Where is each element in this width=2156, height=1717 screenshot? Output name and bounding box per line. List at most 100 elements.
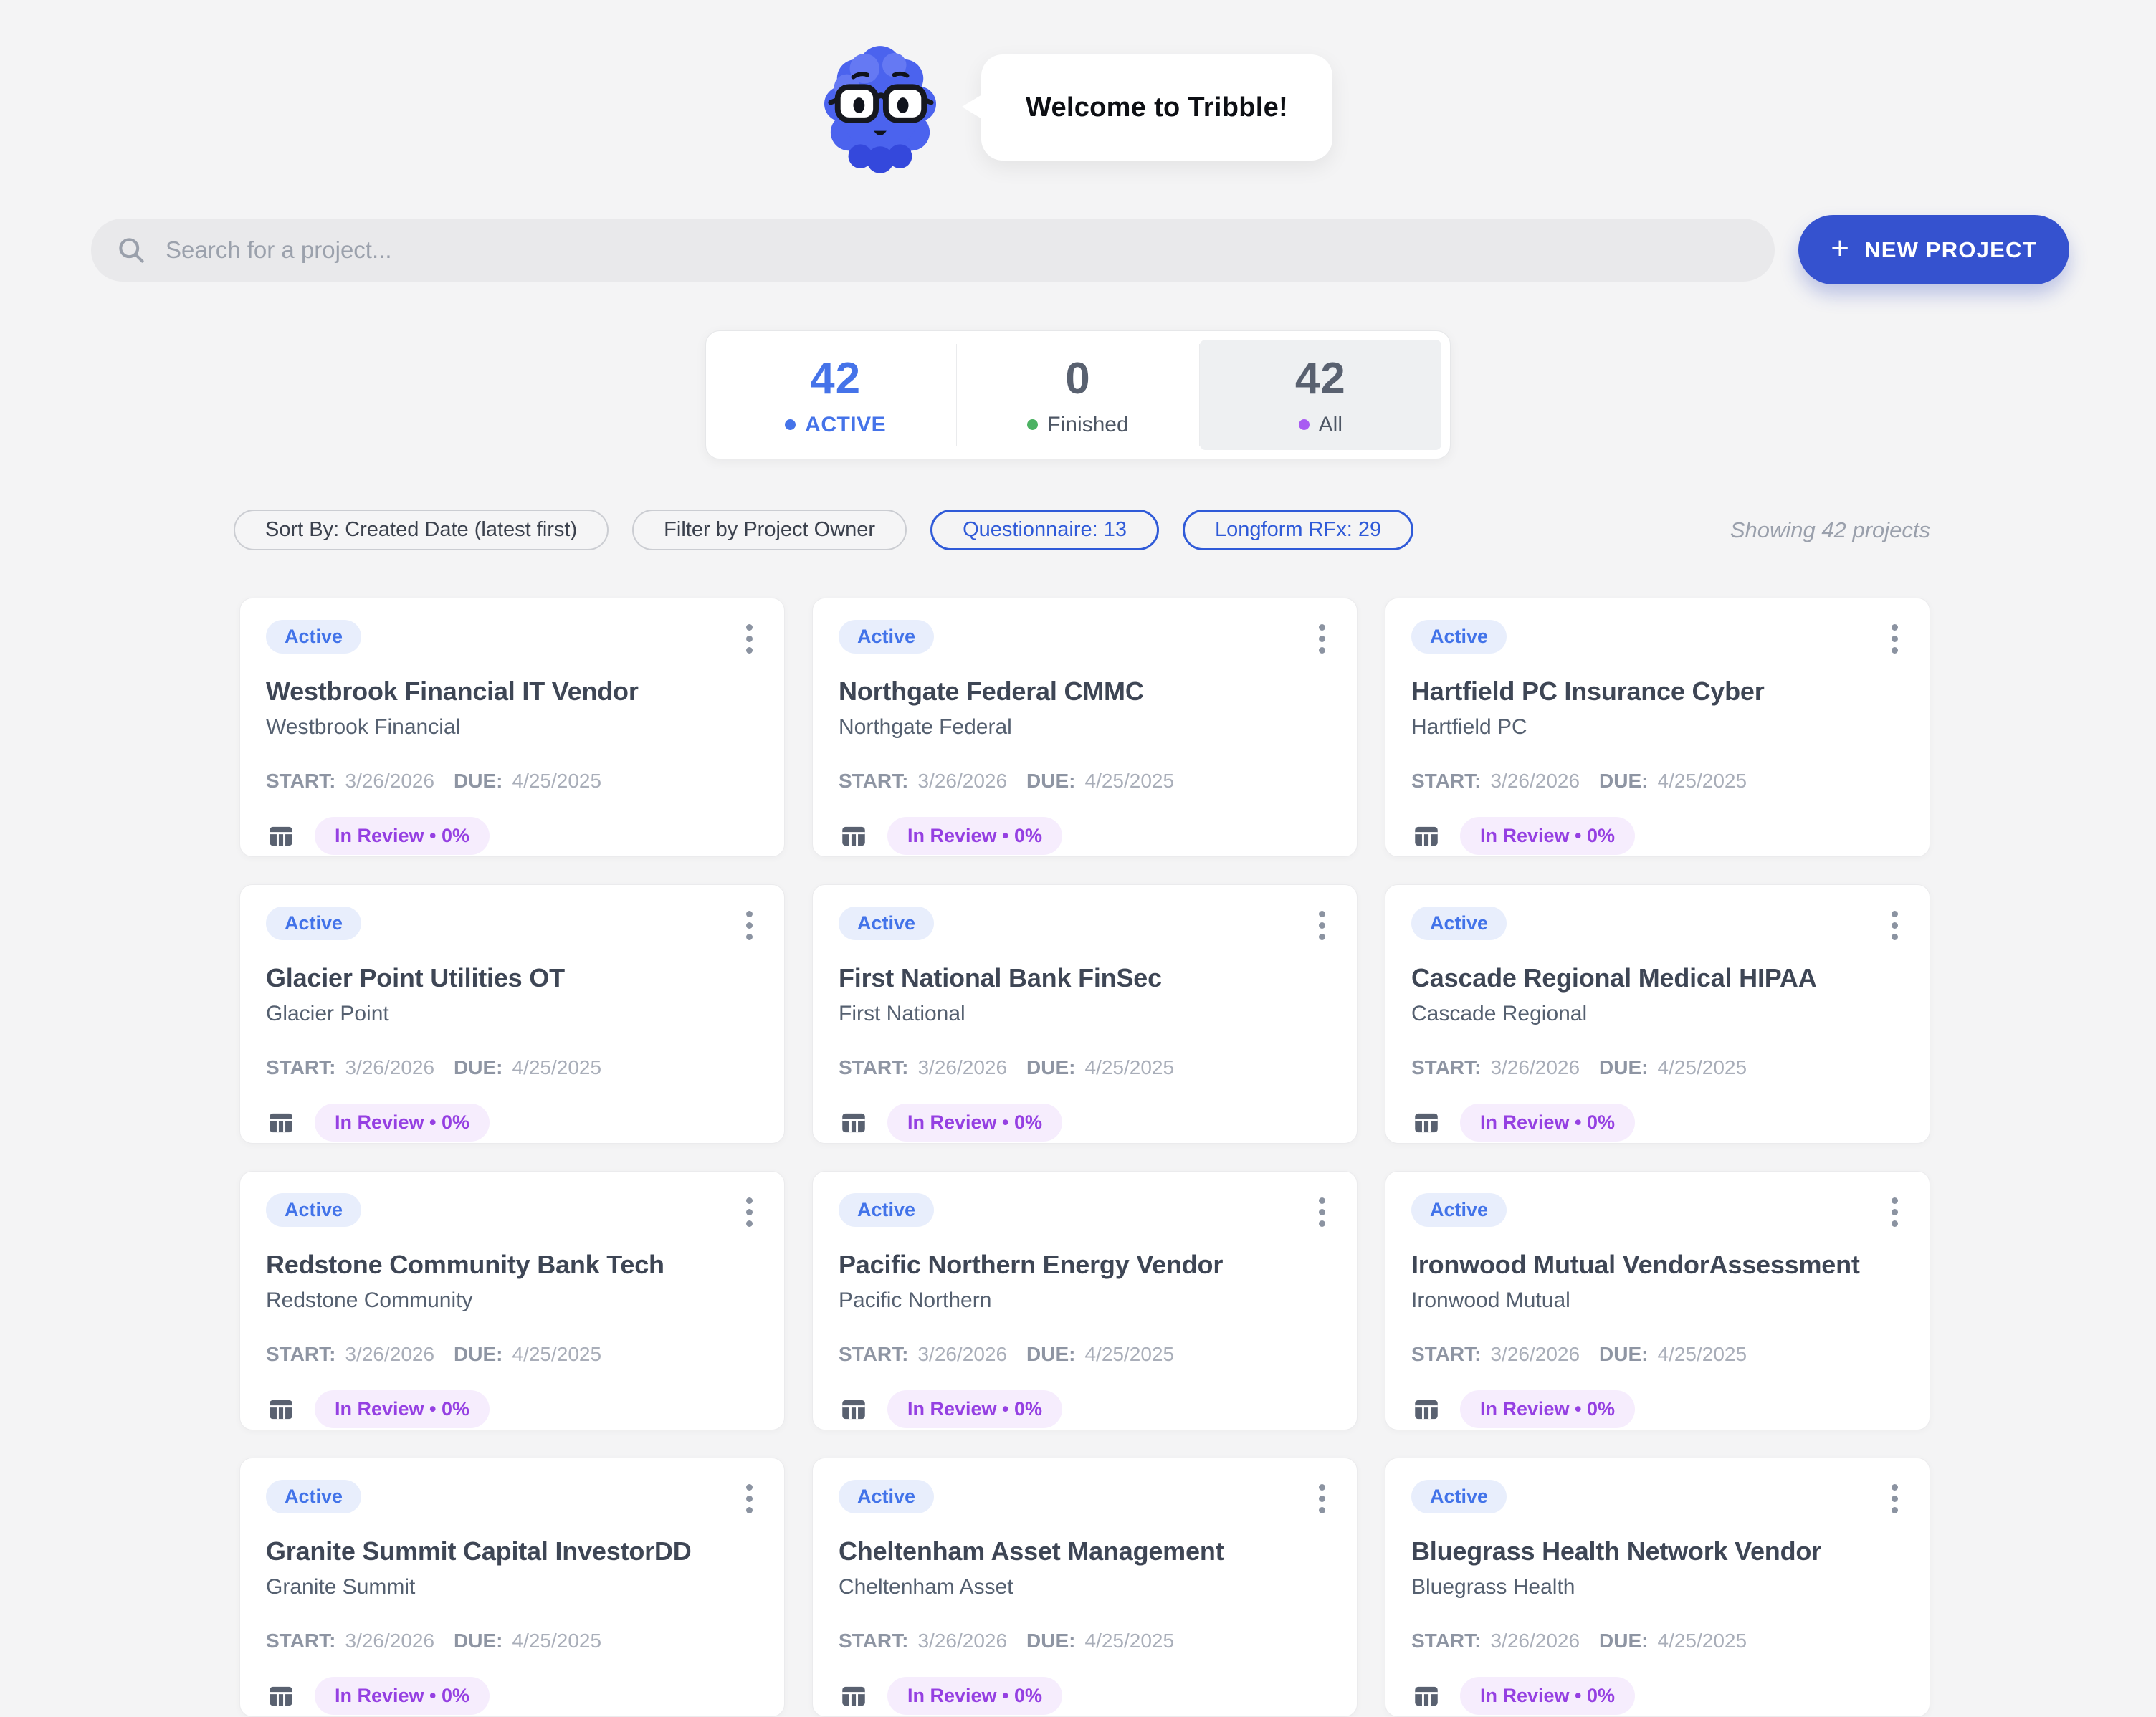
project-card[interactable]: Active Redstone Community Bank Tech Reds… — [239, 1171, 785, 1430]
status-badge: Active — [266, 620, 361, 654]
project-title: Redstone Community Bank Tech — [266, 1250, 758, 1280]
status-badge: Active — [266, 1480, 361, 1513]
kebab-menu-icon[interactable] — [740, 620, 758, 658]
project-card[interactable]: Active Westbrook Financial IT Vendor Wes… — [239, 598, 785, 857]
table-icon — [1411, 1395, 1441, 1425]
card-bottom: In Review • 0% — [839, 1104, 1331, 1142]
project-title: Cheltenham Asset Management — [839, 1536, 1331, 1567]
project-title: Pacific Northern Energy Vendor — [839, 1250, 1331, 1280]
kebab-menu-icon[interactable] — [1886, 1193, 1904, 1231]
project-dates: START: 3/26/2026 DUE: 4/25/2025 — [839, 1056, 1331, 1079]
stat-all-value: 42 — [1295, 353, 1346, 404]
card-bottom: In Review • 0% — [266, 1390, 758, 1428]
kebab-menu-icon[interactable] — [740, 1480, 758, 1518]
due-label: DUE: — [1026, 1343, 1075, 1366]
card-bottom: In Review • 0% — [266, 1104, 758, 1142]
card-top: Active — [839, 1480, 1331, 1518]
project-title: Cascade Regional Medical HIPAA — [1411, 963, 1904, 993]
search-box[interactable] — [91, 219, 1775, 282]
project-company: Ironwood Mutual — [1411, 1288, 1904, 1313]
search-input[interactable] — [166, 236, 1750, 264]
due-date: 4/25/2025 — [1658, 1343, 1747, 1366]
project-stats-card: 42 ACTIVE 0 Finished 42 All — [705, 330, 1451, 459]
table-icon — [839, 821, 869, 851]
project-card[interactable]: Active Ironwood Mutual VendorAssessment … — [1385, 1171, 1930, 1430]
kebab-menu-icon[interactable] — [1886, 1480, 1904, 1518]
kebab-menu-icon[interactable] — [1313, 620, 1331, 658]
status-badge: Active — [266, 907, 361, 940]
review-status-pill: In Review • 0% — [315, 817, 490, 855]
welcome-header: Welcome to Tribble! — [0, 0, 2156, 175]
project-company: Westbrook Financial — [266, 715, 758, 740]
table-icon — [839, 1108, 869, 1138]
due-date: 4/25/2025 — [1658, 1630, 1747, 1653]
card-top: Active — [266, 1193, 758, 1231]
kebab-menu-icon[interactable] — [1313, 1480, 1331, 1518]
project-grid: Active Westbrook Financial IT Vendor Wes… — [239, 598, 1930, 1717]
start-label: START: — [266, 1630, 335, 1653]
project-card[interactable]: Active First National Bank FinSec First … — [812, 884, 1358, 1144]
project-card[interactable]: Active Cheltenham Asset Management Chelt… — [812, 1458, 1358, 1717]
kebab-menu-icon[interactable] — [1313, 1193, 1331, 1231]
kebab-menu-icon[interactable] — [1313, 907, 1331, 944]
project-card[interactable]: Active Pacific Northern Energy Vendor Pa… — [812, 1171, 1358, 1430]
due-date: 4/25/2025 — [1658, 770, 1747, 793]
project-dates: START: 3/26/2026 DUE: 4/25/2025 — [1411, 770, 1904, 793]
start-label: START: — [839, 1343, 908, 1366]
start-date: 3/26/2026 — [917, 1630, 1007, 1653]
table-icon — [266, 821, 296, 851]
new-project-label: NEW PROJECT — [1864, 237, 2037, 263]
filter-questionnaire-button[interactable]: Questionnaire: 13 — [930, 510, 1159, 550]
project-card[interactable]: Active Granite Summit Capital InvestorDD… — [239, 1458, 785, 1717]
plus-icon: + — [1831, 233, 1850, 264]
project-card[interactable]: Active Bluegrass Health Network Vendor B… — [1385, 1458, 1930, 1717]
card-bottom: In Review • 0% — [266, 817, 758, 855]
review-status-pill: In Review • 0% — [1460, 1390, 1635, 1428]
card-bottom: In Review • 0% — [1411, 1390, 1904, 1428]
project-dates: START: 3/26/2026 DUE: 4/25/2025 — [266, 1056, 758, 1079]
project-card[interactable]: Active Cascade Regional Medical HIPAA Ca… — [1385, 884, 1930, 1144]
filter-owner-button[interactable]: Filter by Project Owner — [632, 510, 907, 550]
filter-row: Sort By: Created Date (latest first) Fil… — [234, 510, 1930, 550]
status-badge: Active — [1411, 1193, 1507, 1227]
tribble-mascot-icon — [824, 40, 937, 173]
project-title: Westbrook Financial IT Vendor — [266, 676, 758, 707]
filter-longform-rfx-button[interactable]: Longform RFx: 29 — [1183, 510, 1413, 550]
review-status-pill: In Review • 0% — [1460, 817, 1635, 855]
welcome-speech-bubble: Welcome to Tribble! — [981, 54, 1332, 161]
due-label: DUE: — [454, 1343, 502, 1366]
kebab-menu-icon[interactable] — [1886, 620, 1904, 658]
start-date: 3/26/2026 — [345, 770, 434, 793]
table-icon — [839, 1681, 869, 1711]
project-dates: START: 3/26/2026 DUE: 4/25/2025 — [839, 1343, 1331, 1366]
due-date: 4/25/2025 — [512, 1630, 602, 1653]
review-status-pill: In Review • 0% — [1460, 1677, 1635, 1715]
project-title: Granite Summit Capital InvestorDD — [266, 1536, 758, 1567]
project-dates: START: 3/26/2026 DUE: 4/25/2025 — [266, 770, 758, 793]
stat-all-label: All — [1299, 413, 1342, 437]
new-project-button[interactable]: + NEW PROJECT — [1798, 215, 2069, 284]
stat-all[interactable]: 42 All — [1200, 340, 1441, 450]
kebab-menu-icon[interactable] — [1886, 907, 1904, 944]
due-label: DUE: — [1026, 770, 1075, 793]
project-dates: START: 3/26/2026 DUE: 4/25/2025 — [266, 1343, 758, 1366]
kebab-menu-icon[interactable] — [740, 1193, 758, 1231]
projects-dashboard: Welcome to Tribble! + NEW PROJECT 42 ACT… — [0, 0, 2156, 1717]
project-card[interactable]: Active Hartfield PC Insurance Cyber Hart… — [1385, 598, 1930, 857]
project-card[interactable]: Active Northgate Federal CMMC Northgate … — [812, 598, 1358, 857]
project-card[interactable]: Active Glacier Point Utilities OT Glacie… — [239, 884, 785, 1144]
stat-finished[interactable]: 0 Finished — [957, 340, 1198, 450]
due-date: 4/25/2025 — [1085, 1056, 1175, 1079]
table-icon — [266, 1681, 296, 1711]
status-badge: Active — [1411, 1480, 1507, 1513]
kebab-menu-icon[interactable] — [740, 907, 758, 944]
sort-by-button[interactable]: Sort By: Created Date (latest first) — [234, 510, 609, 550]
start-date: 3/26/2026 — [917, 1056, 1007, 1079]
status-badge: Active — [839, 1193, 934, 1227]
start-label: START: — [266, 1056, 335, 1079]
project-company: Northgate Federal — [839, 715, 1331, 740]
all-dot-icon — [1299, 419, 1310, 430]
start-label: START: — [1411, 770, 1481, 793]
stat-active[interactable]: 42 ACTIVE — [715, 340, 956, 450]
card-top: Active — [1411, 907, 1904, 944]
